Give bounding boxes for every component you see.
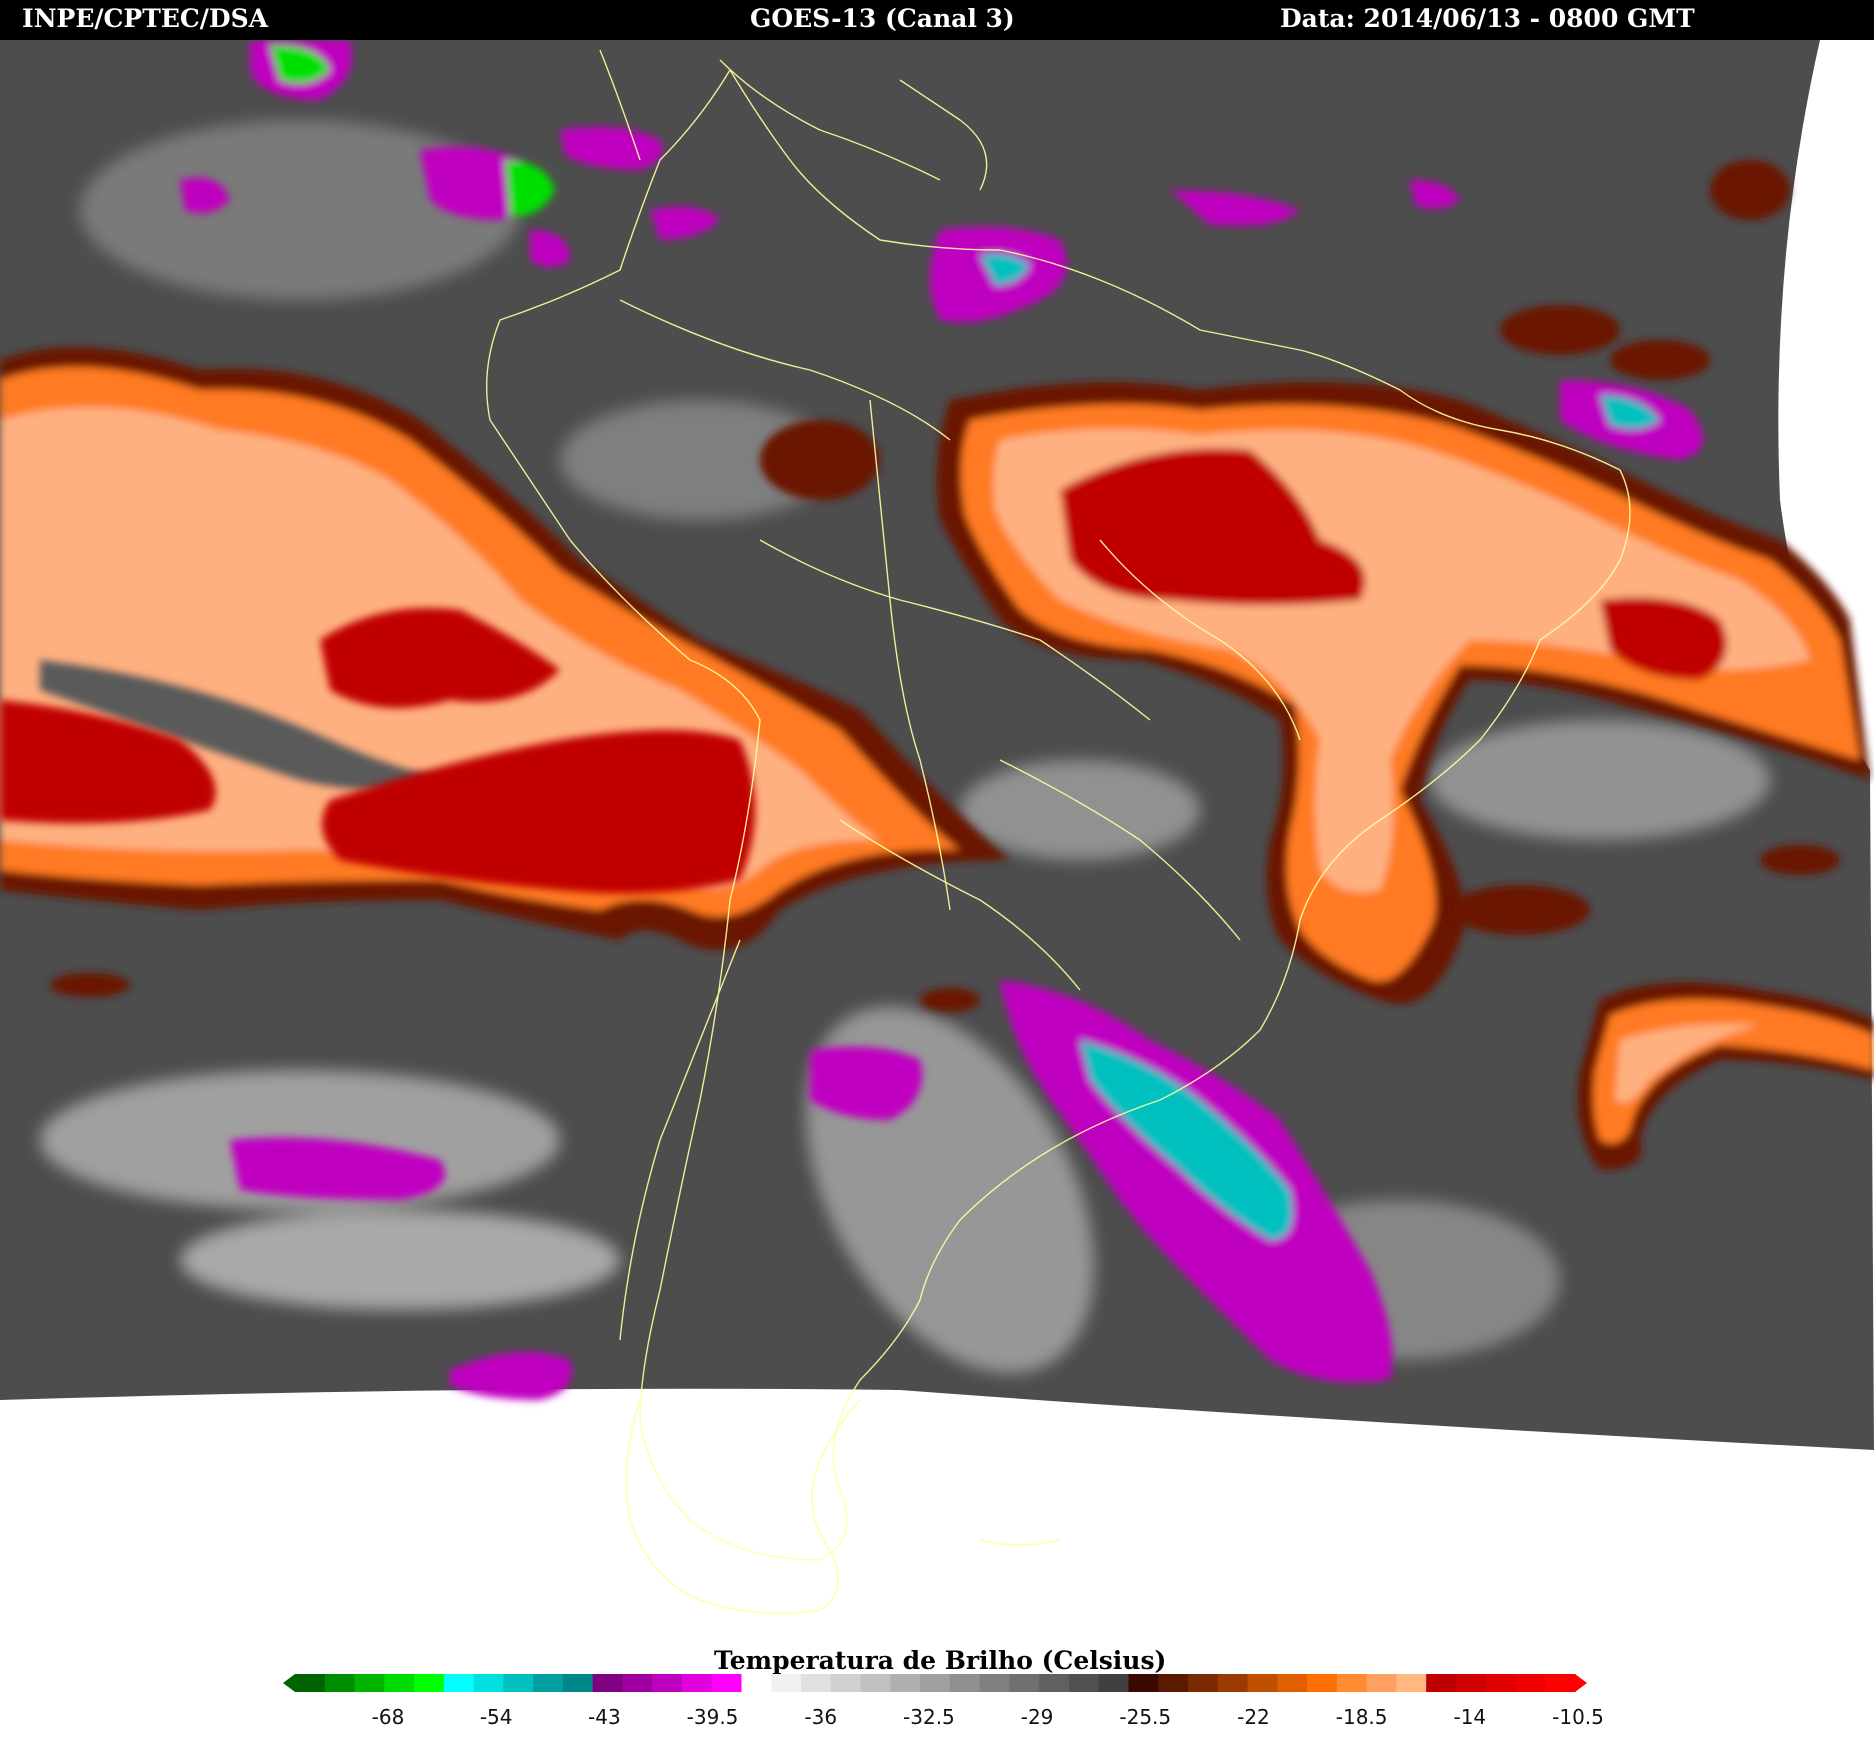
legend-swatch <box>1545 1674 1576 1692</box>
legend-swatch <box>533 1674 564 1692</box>
legend-swatch <box>771 1674 802 1692</box>
legend-swatch <box>741 1674 772 1692</box>
legend-swatch <box>1068 1674 1100 1692</box>
legend-swatch <box>1455 1674 1487 1692</box>
legend-swatch <box>1039 1674 1070 1692</box>
legend-swatch <box>1217 1674 1249 1692</box>
legend-tick-label: -43 <box>588 1705 621 1729</box>
color-scale-legend <box>283 1674 1587 1692</box>
legend-swatch <box>1426 1674 1457 1692</box>
legend-tick-label: -18.5 <box>1335 1705 1388 1729</box>
patagonia-outline <box>625 1399 1061 1615</box>
legend-swatch <box>354 1674 385 1692</box>
legend-tick-label: -10.5 <box>1552 1705 1604 1729</box>
legend-swatch <box>324 1674 356 1692</box>
legend-tick-label: -54 <box>479 1705 513 1729</box>
legend-swatch <box>503 1674 534 1692</box>
legend-swatch <box>562 1674 594 1692</box>
legend-tick-label: -39.5 <box>686 1705 739 1729</box>
legend-swatch <box>681 1674 713 1692</box>
legend-swatch <box>1098 1674 1130 1692</box>
legend-swatch <box>295 1674 326 1692</box>
legend-tick-label: -32.5 <box>903 1705 955 1729</box>
legend-swatch <box>1485 1674 1517 1692</box>
title-bar: INPE/CPTEC/DSA GOES-13 (Canal 3) Data: 2… <box>0 0 1874 40</box>
legend-tick-label: -22 <box>1237 1705 1270 1729</box>
legend-swatch <box>1009 1674 1040 1692</box>
legend-swatch <box>414 1674 445 1692</box>
legend-arrow-right <box>1575 1674 1587 1692</box>
satellite-channel-label: GOES-13 (Canal 3) <box>750 4 1015 33</box>
legend-swatch <box>443 1674 475 1692</box>
legend-tick-label: -29 <box>1020 1705 1054 1729</box>
agency-label: INPE/CPTEC/DSA <box>22 4 269 33</box>
legend-swatch <box>592 1674 624 1692</box>
legend-tick-label: -25.5 <box>1119 1705 1172 1729</box>
legend-arrow-left <box>283 1674 295 1692</box>
legend-swatch <box>860 1674 891 1692</box>
legend-swatch <box>1366 1674 1397 1692</box>
legend-swatch <box>1336 1674 1368 1692</box>
legend-swatch <box>622 1674 653 1692</box>
legend-swatch <box>711 1674 743 1692</box>
legend-swatch <box>384 1674 415 1692</box>
satellite-image <box>0 40 1874 1615</box>
legend-swatch <box>1128 1674 1159 1692</box>
legend-swatch <box>801 1674 832 1692</box>
legend-tick-label: -14 <box>1453 1705 1487 1729</box>
legend-swatch <box>830 1674 862 1692</box>
legend-swatch <box>473 1674 504 1692</box>
legend-swatch <box>1277 1674 1308 1692</box>
legend-swatch <box>949 1674 981 1692</box>
legend-swatch <box>890 1674 921 1692</box>
legend-swatch <box>979 1674 1011 1692</box>
legend-swatch <box>1307 1674 1338 1692</box>
legend-swatch <box>1247 1674 1278 1692</box>
legend-swatch <box>1158 1674 1189 1692</box>
legend-tick-label: -36 <box>804 1705 838 1729</box>
legend-swatch <box>1515 1674 1546 1692</box>
legend-tick-label: -68 <box>371 1705 405 1729</box>
legend-swatch <box>652 1674 683 1692</box>
date-time-label: Data: 2014/06/13 - 0800 GMT <box>1280 4 1695 33</box>
legend-swatch <box>1396 1674 1427 1692</box>
legend-swatch <box>1188 1674 1219 1692</box>
legend-swatch <box>920 1674 951 1692</box>
